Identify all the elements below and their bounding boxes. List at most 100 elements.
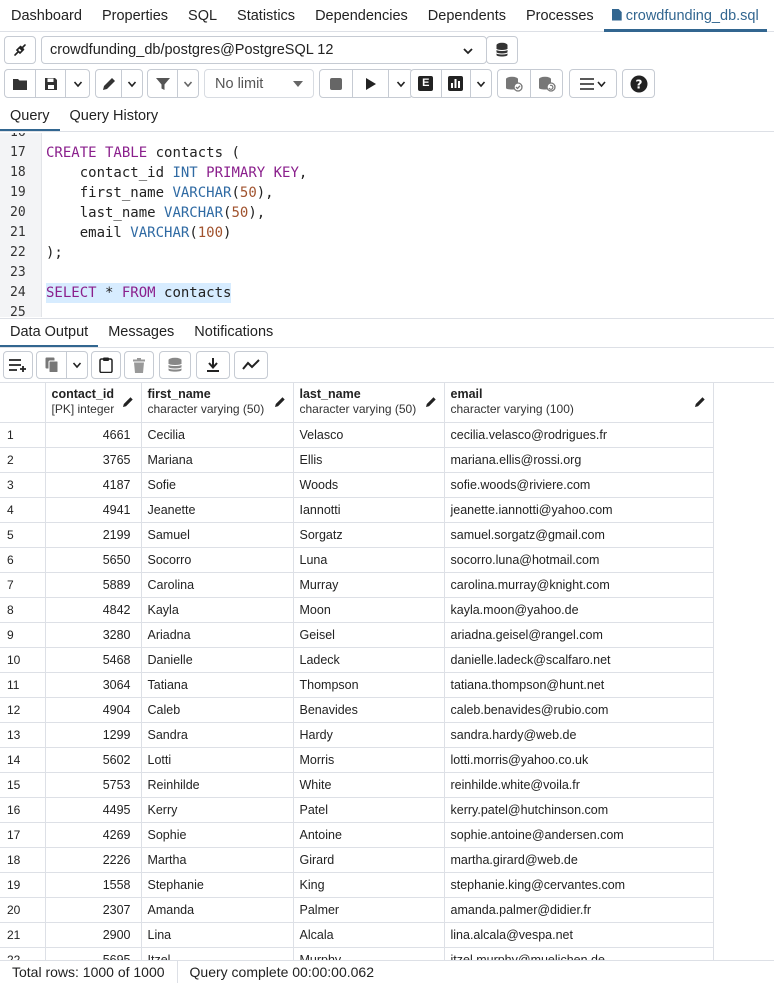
tab-dashboard[interactable]: Dashboard <box>0 0 92 32</box>
first-name-cell[interactable]: Socorro <box>141 547 294 573</box>
first-name-cell[interactable]: Tatiana <box>141 672 294 698</box>
table-row[interactable]: 17 4269 Sophie Antoine sophie.antoine@anders… <box>0 822 714 848</box>
table-row[interactable]: 21 2900 Lina Alcala lina.alcala@vespa.net <box>0 922 714 948</box>
contact-id-cell[interactable]: 3765 <box>45 447 142 473</box>
table-row[interactable]: 6 5650 Socorro Luna socorro.luna@hotmail.com <box>0 547 714 573</box>
email-cell[interactable]: sandra.hardy@web.de <box>444 722 714 748</box>
tab-dependents[interactable]: Dependents <box>418 0 516 32</box>
row-limit-select[interactable]: No limit <box>204 69 314 98</box>
contact-id-cell[interactable]: 4187 <box>45 472 142 498</box>
first-name-cell[interactable]: Martha <box>141 847 294 873</box>
column-header-email[interactable]: email character varying (100) <box>444 383 714 423</box>
execute-button[interactable] <box>352 70 388 97</box>
first-name-cell[interactable]: Kayla <box>141 597 294 623</box>
table-row[interactable]: 22 5695 Itzel Murphy itzel.murphy@muelichen.… <box>0 947 714 960</box>
tab-messages[interactable]: Messages <box>98 319 184 347</box>
table-row[interactable]: 9 3280 Ariadna Geisel ariadna.geisel@rangel.… <box>0 622 714 648</box>
help-button[interactable]: ? <box>622 69 655 98</box>
tab-processes[interactable]: Processes <box>516 0 604 32</box>
contact-id-cell[interactable]: 2900 <box>45 922 142 948</box>
email-cell[interactable]: carolina.murray@knight.com <box>444 572 714 598</box>
last-name-cell[interactable]: Iannotti <box>293 497 445 523</box>
copy-dropdown[interactable] <box>66 352 87 378</box>
last-name-cell[interactable]: Velasco <box>293 422 445 448</box>
email-cell[interactable]: martha.girard@web.de <box>444 847 714 873</box>
email-cell[interactable]: amanda.palmer@didier.fr <box>444 897 714 923</box>
last-name-cell[interactable]: Alcala <box>293 922 445 948</box>
table-row[interactable]: 18 2226 Martha Girard martha.girard@web.de <box>0 847 714 873</box>
macros-dropdown[interactable] <box>570 70 616 97</box>
table-row[interactable]: 19 1558 Stephanie King stephanie.king@cervan… <box>0 872 714 898</box>
table-row[interactable]: 15 5753 Reinhilde White reinhilde.white@voil… <box>0 772 714 798</box>
last-name-cell[interactable]: Sorgatz <box>293 522 445 548</box>
filter-button[interactable] <box>148 70 177 97</box>
explain-dropdown[interactable] <box>470 70 491 97</box>
paste-button[interactable] <box>91 351 121 379</box>
last-name-cell[interactable]: Murray <box>293 572 445 598</box>
contact-id-cell[interactable]: 5468 <box>45 647 142 673</box>
stop-button[interactable] <box>320 70 352 97</box>
first-name-cell[interactable]: Lina <box>141 922 294 948</box>
contact-id-cell[interactable]: 5602 <box>45 747 142 773</box>
last-name-cell[interactable]: Murphy <box>293 947 445 960</box>
last-name-cell[interactable]: Ellis <box>293 447 445 473</box>
contact-id-cell[interactable]: 1558 <box>45 872 142 898</box>
save-file-button[interactable] <box>35 70 65 97</box>
tab-dependencies[interactable]: Dependencies <box>305 0 418 32</box>
tab-sql[interactable]: SQL <box>178 0 227 32</box>
contact-id-cell[interactable]: 2226 <box>45 847 142 873</box>
last-name-cell[interactable]: Ladeck <box>293 647 445 673</box>
email-cell[interactable]: stephanie.king@cervantes.com <box>444 872 714 898</box>
open-file-button[interactable] <box>5 70 35 97</box>
tab-statistics[interactable]: Statistics <box>227 0 305 32</box>
macros-button-group[interactable] <box>569 69 617 98</box>
email-cell[interactable]: socorro.luna@hotmail.com <box>444 547 714 573</box>
explain-analyze-button[interactable] <box>440 70 471 97</box>
last-name-cell[interactable]: Geisel <box>293 622 445 648</box>
email-cell[interactable]: kayla.moon@yahoo.de <box>444 597 714 623</box>
commit-button[interactable] <box>498 70 530 97</box>
last-name-cell[interactable]: Hardy <box>293 722 445 748</box>
first-name-cell[interactable]: Sofie <box>141 472 294 498</box>
first-name-cell[interactable]: Amanda <box>141 897 294 923</box>
explain-button[interactable]: E <box>411 70 441 97</box>
contact-id-cell[interactable]: 1299 <box>45 722 142 748</box>
email-cell[interactable]: danielle.ladeck@scalfaro.net <box>444 647 714 673</box>
email-cell[interactable]: itzel.murphy@muelichen.de <box>444 947 714 960</box>
table-row[interactable]: 13 1299 Sandra Hardy sandra.hardy@web.de <box>0 722 714 748</box>
email-cell[interactable]: reinhilde.white@voila.fr <box>444 772 714 798</box>
last-name-cell[interactable]: Moon <box>293 597 445 623</box>
table-row[interactable]: 1 4661 Cecilia Velasco cecilia.velasco@rodri… <box>0 422 714 448</box>
table-row[interactable]: 5 2199 Samuel Sorgatz samuel.sorgatz@gmail.c… <box>0 522 714 548</box>
email-cell[interactable]: lotti.morris@yahoo.co.uk <box>444 747 714 773</box>
first-name-cell[interactable]: Reinhilde <box>141 772 294 798</box>
table-row[interactable]: 20 2307 Amanda Palmer amanda.palmer@didier.f… <box>0 897 714 923</box>
contact-id-cell[interactable]: 3280 <box>45 622 142 648</box>
email-cell[interactable]: sophie.antoine@andersen.com <box>444 822 714 848</box>
email-cell[interactable]: samuel.sorgatz@gmail.com <box>444 522 714 548</box>
edit-button[interactable] <box>96 70 121 97</box>
contact-id-cell[interactable]: 2307 <box>45 897 142 923</box>
email-cell[interactable]: cecilia.velasco@rodrigues.fr <box>444 422 714 448</box>
table-row[interactable]: 3 4187 Sofie Woods sofie.woods@riviere.com <box>0 472 714 498</box>
column-header-last-name[interactable]: last_name character varying (50) <box>293 383 445 423</box>
table-row[interactable]: 10 5468 Danielle Ladeck danielle.ladeck@scal… <box>0 647 714 673</box>
table-row[interactable]: 14 5602 Lotti Morris lotti.morris@yahoo.co.u… <box>0 747 714 773</box>
email-cell[interactable]: mariana.ellis@rossi.org <box>444 447 714 473</box>
contact-id-cell[interactable]: 5695 <box>45 947 142 960</box>
last-name-cell[interactable]: Morris <box>293 747 445 773</box>
add-row-button[interactable] <box>3 351 33 379</box>
email-cell[interactable]: jeanette.iannotti@yahoo.com <box>444 497 714 523</box>
save-options-dropdown[interactable] <box>65 70 89 97</box>
contact-id-cell[interactable]: 4269 <box>45 822 142 848</box>
table-row[interactable]: 7 5889 Carolina Murray carolina.murray@knigh… <box>0 572 714 598</box>
first-name-cell[interactable]: Stephanie <box>141 872 294 898</box>
copy-button[interactable] <box>37 352 66 378</box>
contact-id-cell[interactable]: 4495 <box>45 797 142 823</box>
execute-dropdown[interactable] <box>388 70 412 97</box>
database-button[interactable] <box>486 36 518 64</box>
contact-id-cell[interactable]: 4941 <box>45 497 142 523</box>
contact-id-cell[interactable]: 2199 <box>45 522 142 548</box>
first-name-cell[interactable]: Caleb <box>141 697 294 723</box>
filter-dropdown[interactable] <box>177 70 198 97</box>
